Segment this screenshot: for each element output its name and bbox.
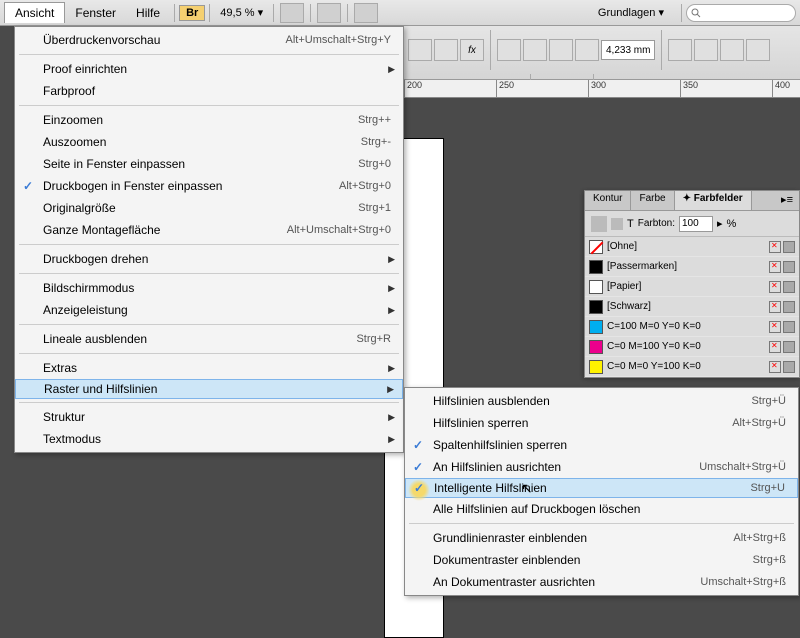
swatch-row[interactable]: [Passermarken] [585,257,799,277]
swatch-row[interactable]: [Ohne] [585,237,799,257]
tb-btn[interactable] [434,39,458,61]
swatch-row[interactable]: [Schwarz] [585,297,799,317]
submenu-item[interactable]: ↖✓Intelligente HilfslinienStrg+U [405,478,798,498]
menu-item[interactable]: EinzoomenStrg++ [15,109,403,131]
submenu-item[interactable]: Hilfslinien sperrenAlt+Strg+Ü [405,412,798,434]
submenu-item[interactable]: Dokumentraster einblendenStrg+ß [405,549,798,571]
swatch-row[interactable]: C=100 M=0 Y=0 K=0 [585,317,799,337]
ansicht-menu: ÜberdruckenvorschauAlt+Umschalt+Strg+Y Pr… [14,26,404,453]
menu-item[interactable]: Raster und Hilfslinien▶ [15,379,403,399]
tint-arrow-icon[interactable]: ▸ [717,217,723,230]
menu-item[interactable]: Struktur▶ [15,406,403,428]
swatch-row[interactable]: C=0 M=100 Y=0 K=0 [585,337,799,357]
menu-item[interactable]: Bildschirmmodus▶ [15,277,403,299]
fill-stroke-icon[interactable] [591,216,607,232]
tint-label: Farbton: [638,218,675,229]
tab-farbe[interactable]: Farbe [631,191,674,210]
menu-item[interactable]: Lineale ausblendenStrg+R [15,328,403,350]
dimension-field[interactable]: 4,233 mm [601,40,655,60]
tint-input[interactable] [679,216,713,232]
menu-ansicht[interactable]: Ansicht [4,2,65,23]
menu-item[interactable]: Textmodus▶ [15,428,403,450]
menu-hilfe[interactable]: Hilfe [126,3,170,23]
tb-btn[interactable] [668,39,692,61]
control-bar: fx 4,233 mm 100 % Automatisch einpassen [404,26,800,80]
submenu-item[interactable]: ✓Spaltenhilfslinien sperren [405,434,798,456]
submenu-item[interactable]: ✓An Hilfslinien ausrichtenUmschalt+Strg+… [405,456,798,478]
bridge-button[interactable]: Br [179,5,205,21]
tb-btn[interactable] [523,39,547,61]
submenu-item[interactable]: Grundlinienraster einblendenAlt+Strg+ß [405,527,798,549]
menu-item[interactable]: Anzeigeleistung▶ [15,299,403,321]
menu-item[interactable]: OriginalgrößeStrg+1 [15,197,403,219]
menu-fenster[interactable]: Fenster [65,3,126,23]
menu-item[interactable]: AuszoomenStrg+- [15,131,403,153]
workspace-switcher[interactable]: Grundlagen ▾ [585,3,677,22]
screen-mode-icon[interactable] [317,3,341,23]
submenu-item[interactable]: An Dokumentraster ausrichtenUmschalt+Str… [405,571,798,593]
view-options-icon[interactable] [280,3,304,23]
tb-btn[interactable] [549,39,573,61]
tb-btn[interactable] [694,39,718,61]
tb-btn[interactable] [746,39,770,61]
container-icon[interactable] [611,218,623,230]
panel-menu-icon[interactable]: ▸≡ [775,191,799,210]
menu-item[interactable]: Farbproof [15,80,403,102]
submenu-item[interactable]: Hilfslinien ausblendenStrg+Ü [405,390,798,412]
tab-farbfelder[interactable]: ✦ Farbfelder [675,191,752,210]
menu-item[interactable]: Ganze MontageflächeAlt+Umschalt+Strg+0 [15,219,403,241]
raster-hilfslinien-submenu: Hilfslinien ausblendenStrg+ÜHilfslinien … [404,387,799,596]
menu-item[interactable]: Extras▶ [15,357,403,379]
tab-kontur[interactable]: Kontur [585,191,631,210]
menubar: Ansicht Fenster Hilfe Br 49,5 % ▾ Grundl… [0,0,800,26]
zoom-level[interactable]: 49,5 % ▾ [214,6,269,19]
tb-btn[interactable] [720,39,744,61]
tb-btn[interactable] [575,39,599,61]
horizontal-ruler: 200 250 300 350 400 [404,80,800,98]
menu-item[interactable]: Seite in Fenster einpassenStrg+0 [15,153,403,175]
menu-item[interactable]: ÜberdruckenvorschauAlt+Umschalt+Strg+Y [15,29,403,51]
fx-icon[interactable]: fx [460,39,484,61]
tb-btn[interactable] [497,39,521,61]
menu-item[interactable]: Proof einrichten▶ [15,58,403,80]
submenu-item[interactable]: Alle Hilfslinien auf Druckbogen löschen [405,498,798,520]
menu-item[interactable]: Druckbogen drehen▶ [15,248,403,270]
menu-item[interactable]: ✓Druckbogen in Fenster einpassenAlt+Strg… [15,175,403,197]
swatches-panel: Kontur Farbe ✦ Farbfelder ▸≡ T Farbton: … [584,190,800,378]
swatch-row[interactable]: [Papier] [585,277,799,297]
search-input[interactable] [686,4,796,22]
swatch-row[interactable]: C=0 M=0 Y=100 K=0 [585,357,799,377]
tb-btn[interactable] [408,39,432,61]
arrange-icon[interactable] [354,3,378,23]
